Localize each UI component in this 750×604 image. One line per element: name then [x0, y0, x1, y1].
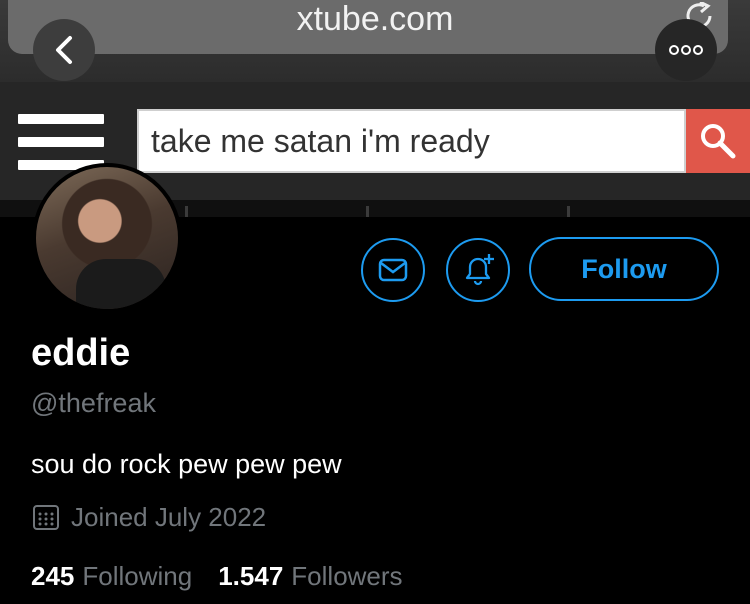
following-link[interactable]: 245 Following	[31, 561, 192, 592]
following-count: 245	[31, 561, 75, 591]
nav-divider	[567, 206, 570, 217]
magnifier-icon	[701, 124, 736, 159]
hamburger-icon[interactable]	[18, 114, 104, 170]
nav-divider	[366, 206, 369, 217]
notify-button[interactable]	[446, 238, 510, 302]
followers-count: 1.547	[218, 561, 284, 591]
avatar[interactable]	[32, 163, 182, 313]
joined-label: Joined July 2022	[71, 501, 267, 532]
envelope-icon	[378, 258, 408, 282]
followers-label: Followers	[291, 561, 403, 591]
display-name: eddie	[31, 332, 131, 374]
chevron-left-icon	[56, 36, 72, 64]
search-input[interactable]	[137, 109, 686, 173]
followers-link[interactable]: 1.547 Followers	[218, 561, 402, 592]
browser-bar: xtube.com	[0, 0, 750, 82]
search-button[interactable]	[686, 109, 750, 173]
joined-date: Joined July 2022	[31, 500, 266, 534]
following-label: Following	[82, 561, 193, 591]
bell-plus-icon	[465, 254, 494, 286]
calendar-icon	[33, 505, 59, 530]
user-handle: @thefreak	[31, 388, 156, 418]
nav-divider	[185, 206, 188, 217]
back-button[interactable]	[33, 19, 95, 81]
more-button[interactable]	[655, 19, 717, 81]
ellipsis-icon	[669, 45, 703, 55]
bio: sou do rock pew pew pew	[31, 449, 342, 479]
follow-button[interactable]: Follow	[529, 237, 719, 301]
url-text[interactable]: xtube.com	[0, 0, 750, 38]
message-button[interactable]	[361, 238, 425, 302]
follow-stats: 245 Following 1.547 Followers	[31, 561, 403, 592]
